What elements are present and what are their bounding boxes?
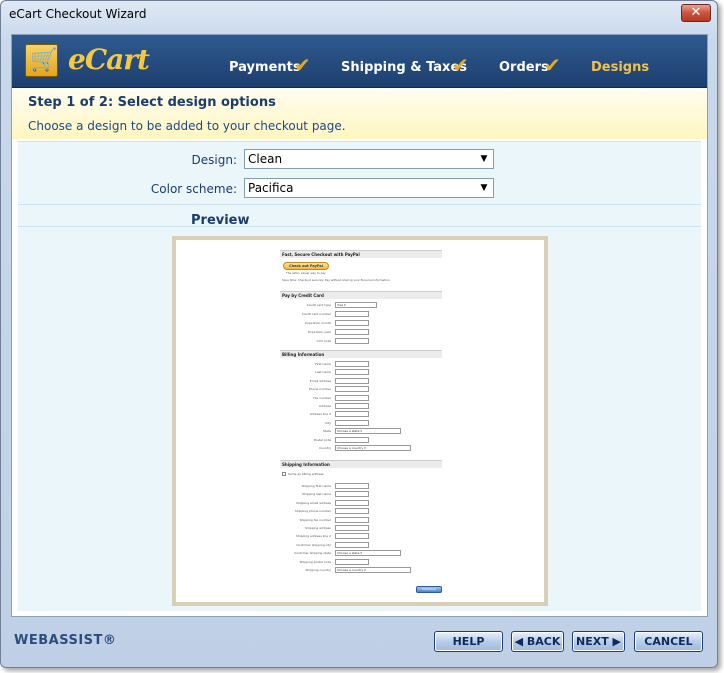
preview-field-label: Shipping email address [295, 500, 331, 505]
preview-select: Choose a country ▾ [335, 445, 411, 451]
preview-input [335, 320, 369, 326]
help-button[interactable]: HELP [434, 631, 503, 652]
preview-field-label: Expiration year [308, 330, 331, 334]
preview-input [335, 394, 369, 401]
preview-field-label: Shipping last name [302, 492, 331, 497]
preview-field-label: Shipping fax number [299, 517, 331, 522]
preview-input [335, 491, 369, 498]
divider [18, 226, 701, 227]
design-select-value: Clean [248, 152, 283, 166]
preview-input [335, 338, 369, 344]
check-icon: ✔ [294, 53, 311, 77]
window-title: eCart Checkout Wizard [9, 7, 147, 21]
preview-field-label: First name [315, 362, 331, 366]
next-button[interactable]: NEXT ▶ [572, 631, 625, 652]
design-preview: Fast, Secure Checkout with PayPal Check … [172, 236, 548, 606]
preview-field-label: Last name [315, 370, 331, 375]
preview-input [335, 403, 369, 409]
preview-field-label: Shipping postal code [299, 559, 331, 564]
preview-field-label: State [323, 429, 331, 434]
preview-paypal-header: Fast, Secure Checkout with PayPal [280, 250, 442, 258]
cancel-button[interactable]: CANCEL [634, 631, 703, 652]
preview-field-label: CVV code [316, 339, 331, 343]
step-title: Step 1 of 2: Select design options [28, 95, 276, 110]
brand-name: eCart [68, 43, 150, 76]
preview-paypal-button: Check out PayPal [283, 262, 329, 270]
preview-input [335, 558, 369, 565]
preview-select: Choose a state ▾ [335, 550, 401, 557]
preview-field-label: Shipping country [305, 568, 331, 572]
preview-field-label: Postal code [313, 437, 331, 442]
preview-billing-header: Billing Information [280, 350, 442, 358]
preview-input [335, 419, 369, 426]
check-icon: ✔ [544, 53, 561, 77]
preview-field-label: Phone number [309, 387, 331, 392]
design-form: Design: Clean ▼ Color scheme: Pacifica ▼… [18, 141, 701, 611]
preview-field-label: Shipping address line 2 [295, 534, 331, 539]
step-orders: Orders ✔ [499, 53, 561, 77]
preview-checkout-button: Checkout [416, 586, 442, 593]
preview-paypal-desc: Save time. Checkout securely. Pay withou… [282, 278, 391, 282]
preview-input [335, 369, 369, 376]
preview-input [335, 483, 369, 489]
preview-input [335, 516, 369, 523]
preview-field-label: Shipping first name [301, 484, 331, 488]
preview-input [335, 525, 369, 531]
preview-input [335, 411, 369, 418]
preview-field-label: Credit card number [301, 312, 331, 316]
preview-field-label: Fax number [313, 395, 331, 400]
preview-field-label: Country [319, 446, 331, 450]
preview-same-as-billing-label: Same as billing address [288, 472, 324, 476]
step-subtitle: Choose a design to be added to your chec… [28, 119, 346, 133]
preview-card-header: Pay by Credit Card [280, 291, 442, 299]
preview-field-label: Email address [309, 378, 331, 383]
preview-same-as-billing-checkbox [282, 472, 286, 476]
preview-field-label: Customer shipping city [296, 542, 331, 547]
back-button[interactable]: ◀ BACK [511, 631, 564, 652]
preview-field-label: Credit card type [306, 303, 331, 307]
chevron-down-icon: ▼ [480, 154, 488, 164]
wizard-header: 🛒 eCart Payments ✔ Shipping & Taxes ✔ Orde… [12, 35, 707, 88]
step-header: Step 1 of 2: Select design options Choos… [12, 89, 707, 139]
preview-input [335, 436, 369, 443]
design-label: Design: [191, 153, 237, 167]
preview-field-label: Address [319, 404, 331, 408]
chevron-down-icon: ▼ [480, 183, 488, 193]
preview-field-label: Expiration month [305, 321, 331, 325]
preview-select: Visa ▾ [335, 302, 377, 308]
preview-input [335, 386, 369, 393]
wizard-window: eCart Checkout Wizard ✕ 🛒 eCart Payments… [0, 0, 718, 668]
preview-field-label: Customer shipping state [294, 551, 331, 556]
preview-input [335, 311, 369, 317]
preview-field-label: Address line 2 [309, 412, 331, 417]
step-shipping-taxes: Shipping & Taxes ✔ [341, 53, 469, 77]
color-scheme-select[interactable]: Pacifica ▼ [244, 178, 494, 198]
preview-shipping-header: Shipping Information [280, 460, 442, 468]
color-scheme-label: Color scheme: [150, 182, 237, 196]
close-button[interactable]: ✕ [681, 4, 711, 22]
title-bar: eCart Checkout Wizard ✕ [1, 1, 717, 29]
divider [18, 204, 701, 205]
step-payments: Payments ✔ [229, 53, 311, 77]
preview-input [335, 361, 369, 367]
wizard-panel: 🛒 eCart Payments ✔ Shipping & Taxes ✔ Orde… [11, 34, 708, 617]
design-select[interactable]: Clean ▼ [244, 149, 494, 169]
preview-field-label: Shipping phone number [294, 509, 331, 514]
preview-input [335, 533, 369, 540]
check-icon: ✔ [452, 53, 469, 77]
preview-field-label: City [325, 420, 331, 425]
color-scheme-select-value: Pacifica [248, 181, 294, 195]
cart-logo-icon: 🛒 [25, 44, 58, 77]
preview-select: Choose a state ▾ [335, 428, 401, 435]
preview-input [335, 499, 369, 506]
preview-field-label: Shipping address [305, 526, 331, 530]
preview-paypal-note: The safer, easier way to pay [286, 271, 326, 275]
preview-input [335, 541, 369, 548]
webassist-logo: WEBASSIST® [14, 633, 117, 648]
preview-input [335, 377, 369, 384]
preview-input [335, 329, 369, 335]
preview-input [335, 508, 369, 515]
preview-select: Choose a country ▾ [335, 567, 411, 573]
step-designs: Designs [591, 60, 650, 75]
